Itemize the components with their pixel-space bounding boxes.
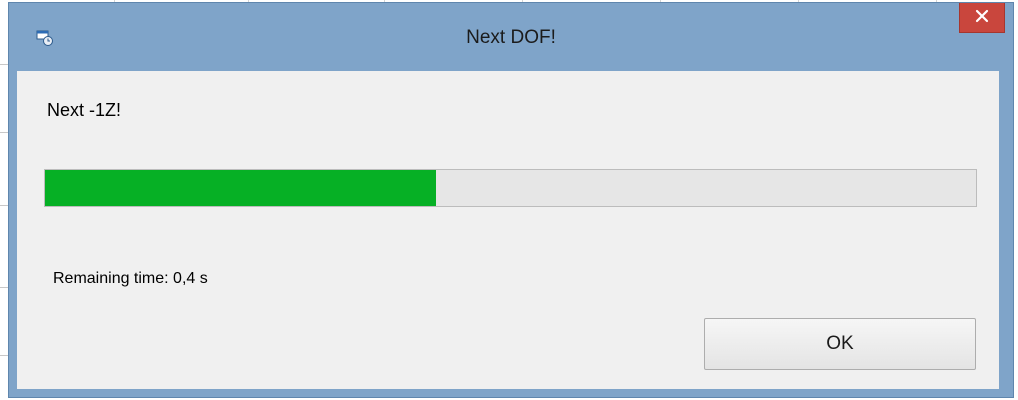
grid-line (0, 205, 8, 206)
close-icon (975, 9, 989, 26)
grid-line (0, 287, 8, 288)
message-text: Next -1Z! (47, 100, 122, 120)
remaining-time-text: Remaining time: 0,4 s (53, 270, 208, 287)
title-bar[interactable]: Next DOF! (9, 3, 1013, 71)
ok-button[interactable]: OK (704, 318, 976, 370)
dialog-body: Next -1Z! Remaining time: 0,4 s OK (17, 71, 999, 389)
progress-fill (45, 170, 437, 206)
close-button[interactable] (959, 3, 1005, 33)
dialog-window: Next DOF! Next -1Z! Remaining time: 0,4 … (8, 2, 1014, 398)
window-title: Next DOF! (466, 27, 556, 48)
grid-line (0, 132, 8, 133)
progress-bar (44, 169, 977, 207)
grid-line (0, 355, 8, 356)
grid-line (0, 64, 8, 65)
